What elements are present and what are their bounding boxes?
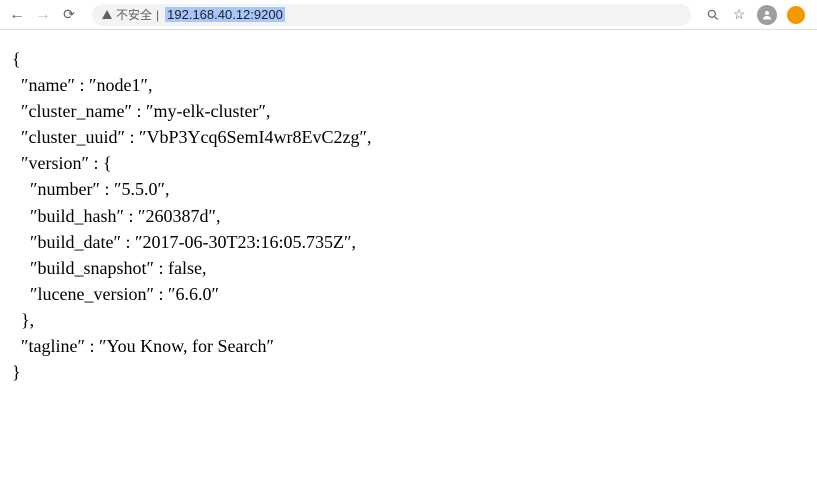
json-key: cluster_uuid <box>29 127 118 147</box>
json-value: 2017-06-30T23:16:05.735Z <box>142 232 343 252</box>
json-key: number <box>38 179 93 199</box>
json-key: lucene_version <box>38 284 147 304</box>
json-key: version <box>29 153 82 173</box>
json-value: 5.5.0 <box>121 179 157 199</box>
url-text: 192.168.40.12:9200 <box>165 7 285 22</box>
back-button[interactable]: ← <box>8 6 26 24</box>
security-separator: | <box>156 8 159 22</box>
url-input[interactable]: 不安全 | 192.168.40.12:9200 <box>92 4 691 26</box>
response-body: { ″name″ : ″node1″, ″cluster_name″ : ″my… <box>0 30 817 401</box>
json-value: 260387d <box>146 206 209 226</box>
json-value: my-elk-cluster <box>153 101 258 121</box>
browser-addressbar: ← → ⟳ 不安全 | 192.168.40.12:9200 ☆ <box>0 0 817 30</box>
zoom-icon[interactable] <box>705 7 721 23</box>
security-indicator[interactable]: 不安全 | <box>102 6 159 23</box>
json-key: cluster_name <box>29 101 125 121</box>
profile-avatar[interactable] <box>757 5 777 25</box>
notification-badge[interactable] <box>787 6 805 24</box>
json-key: name <box>29 75 68 95</box>
warning-triangle-icon <box>102 10 112 19</box>
json-value: You Know, for Search <box>106 336 266 356</box>
toolbar-right: ☆ <box>705 5 809 25</box>
security-label: 不安全 <box>116 6 152 23</box>
bookmark-star-icon[interactable]: ☆ <box>731 7 747 23</box>
json-key: tagline <box>29 336 78 356</box>
reload-button[interactable]: ⟳ <box>60 6 78 24</box>
json-key: build_hash <box>38 206 117 226</box>
json-key: build_snapshot <box>38 258 147 278</box>
json-key: build_date <box>38 232 114 252</box>
json-value: node1 <box>96 75 140 95</box>
forward-button[interactable]: → <box>34 6 52 24</box>
json-value: false <box>168 258 202 278</box>
json-value: 6.6.0 <box>175 284 211 304</box>
json-value: VbP3Ycq6SemI4wr8EvC2zg <box>146 127 359 147</box>
